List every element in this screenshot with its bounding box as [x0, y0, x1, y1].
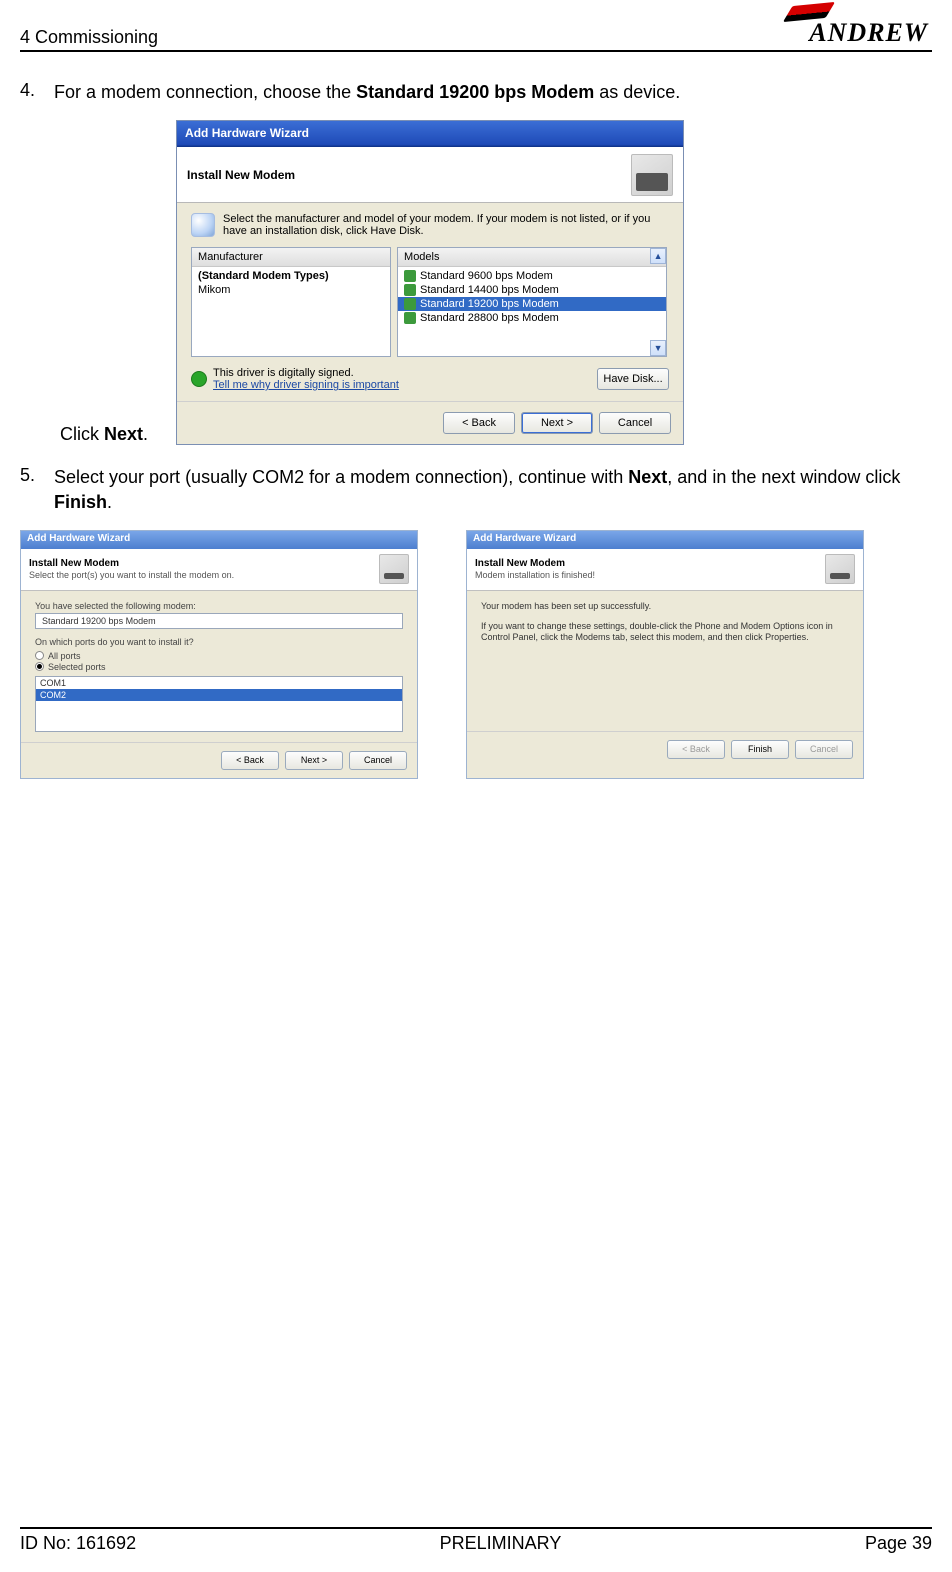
- radio-selected-ports-label: Selected ports: [48, 662, 106, 672]
- back-button[interactable]: < Back: [443, 412, 515, 434]
- step-4-number: 4.: [20, 80, 46, 104]
- modem-device-icon: [631, 154, 673, 196]
- modem-device-icon: [379, 554, 409, 584]
- back-button[interactable]: < Back: [221, 751, 279, 770]
- step-5: 5. Select your port (usually COM2 for a …: [20, 465, 932, 514]
- next-button[interactable]: Next >: [285, 751, 343, 770]
- wizard-select-modem: Add Hardware Wizard Install New Modem Se…: [176, 120, 684, 445]
- list-item-label: Standard 19200 bps Modem: [420, 298, 559, 310]
- wizard3-banner-sub: Modem installation is finished!: [475, 570, 595, 581]
- step-4-caption-a: Click: [60, 424, 104, 444]
- ports-listbox[interactable]: COM1 COM2: [35, 676, 403, 732]
- list-item-label: Standard 14400 bps Modem: [420, 284, 559, 296]
- footer-page: Page 39: [865, 1533, 932, 1554]
- list-item[interactable]: Standard 14400 bps Modem: [398, 283, 666, 297]
- wizard3-banner: Install New Modem Modem installation is …: [475, 558, 595, 581]
- cancel-button: Cancel: [795, 740, 853, 759]
- radio-all-ports-label: All ports: [48, 651, 81, 661]
- step-5-number: 5.: [20, 465, 46, 514]
- wizard3-banner-title: Install New Modem: [475, 558, 565, 569]
- wizard3-instruction-text: If you want to change these settings, do…: [481, 621, 849, 644]
- list-item[interactable]: COM1: [36, 677, 402, 689]
- shield-icon: [191, 371, 207, 387]
- step-5-mid: , and in the next window click: [667, 467, 900, 487]
- step-4-text-b: as device.: [594, 82, 680, 102]
- step-5-text: Select your port (usually COM2 for a mod…: [54, 465, 932, 514]
- page-footer: ID No: 161692 PRELIMINARY Page 39: [20, 1527, 932, 1554]
- modem-icon: [404, 270, 416, 282]
- radio-all-ports[interactable]: All ports: [35, 651, 403, 661]
- wizard2-selected-value: Standard 19200 bps Modem: [35, 613, 403, 629]
- have-disk-button[interactable]: Have Disk...: [597, 368, 669, 390]
- list-item[interactable]: Standard 9600 bps Modem: [398, 269, 666, 283]
- footer-id: ID No: 161692: [20, 1533, 136, 1554]
- driver-signing-link[interactable]: Tell me why driver signing is important: [213, 379, 399, 391]
- back-button: < Back: [667, 740, 725, 759]
- section-title: 4 Commissioning: [20, 27, 158, 48]
- step-5-text-a: Select your port (usually COM2 for a mod…: [54, 467, 628, 487]
- wizard2-question: On which ports do you want to install it…: [35, 637, 403, 647]
- wizard1-banner: Install New Modem: [177, 147, 683, 203]
- wizard2-banner-sub: Select the port(s) you want to install t…: [29, 570, 234, 581]
- step-4: 4. For a modem connection, choose the St…: [20, 80, 932, 104]
- wizard2-banner: Install New Modem Select the port(s) you…: [29, 558, 234, 581]
- step-4-caption: Click Next.: [60, 424, 148, 445]
- models-listbox[interactable]: Models ▲ Standard 9600 bps Modem Standar…: [397, 247, 667, 357]
- wizard1-titlebar: Add Hardware Wizard: [177, 121, 683, 147]
- cancel-button[interactable]: Cancel: [599, 412, 671, 434]
- step-4-text-a: For a modem connection, choose the: [54, 82, 356, 102]
- list-item[interactable]: Mikom: [192, 283, 390, 297]
- list-item[interactable]: Standard 28800 bps Modem: [398, 311, 666, 325]
- page-header: 4 Commissioning ANDREW: [20, 18, 932, 52]
- wizard2-banner-title: Install New Modem: [29, 558, 119, 569]
- models-header: Models: [398, 248, 666, 267]
- modem-icon: [404, 284, 416, 296]
- info-icon: [191, 213, 215, 237]
- scroll-up-icon[interactable]: ▲: [650, 248, 666, 264]
- step-5-end: .: [107, 492, 112, 512]
- wizard3-success-text: Your modem has been set up successfully.: [481, 601, 849, 613]
- footer-status: PRELIMINARY: [440, 1533, 562, 1554]
- modem-icon: [404, 298, 416, 310]
- driver-signed-text: This driver is digitally signed.: [213, 367, 399, 379]
- wizard-finish: Add Hardware Wizard Install New Modem Mo…: [466, 530, 864, 779]
- brand-logo: ANDREW: [809, 18, 932, 48]
- next-button[interactable]: Next >: [521, 412, 593, 434]
- manufacturer-listbox[interactable]: Manufacturer (Standard Modem Types) Miko…: [191, 247, 391, 357]
- step-4-text-bold: Standard 19200 bps Modem: [356, 82, 594, 102]
- wizard1-instruction: Select the manufacturer and model of you…: [223, 213, 669, 237]
- modem-device-icon: [825, 554, 855, 584]
- wizard3-titlebar: Add Hardware Wizard: [467, 531, 863, 549]
- list-item[interactable]: Standard 19200 bps Modem: [398, 297, 666, 311]
- wizard2-selected-label: You have selected the following modem:: [35, 601, 403, 611]
- list-item-label: Standard 9600 bps Modem: [420, 270, 553, 282]
- step-4-caption-bold: Next: [104, 424, 143, 444]
- radio-selected-ports[interactable]: Selected ports: [35, 662, 403, 672]
- list-item[interactable]: COM2: [36, 689, 402, 701]
- manufacturer-header: Manufacturer: [192, 248, 390, 267]
- step-5-bold2: Finish: [54, 492, 107, 512]
- step-4-caption-b: .: [143, 424, 148, 444]
- modem-icon: [404, 312, 416, 324]
- wizard-select-port: Add Hardware Wizard Install New Modem Se…: [20, 530, 418, 779]
- list-item-label: Standard 28800 bps Modem: [420, 312, 559, 324]
- wizard1-banner-title: Install New Modem: [187, 168, 295, 182]
- step-5-bold1: Next: [628, 467, 667, 487]
- list-item[interactable]: (Standard Modem Types): [192, 269, 390, 283]
- cancel-button[interactable]: Cancel: [349, 751, 407, 770]
- wizard2-titlebar: Add Hardware Wizard: [21, 531, 417, 549]
- finish-button[interactable]: Finish: [731, 740, 789, 759]
- step-4-text: For a modem connection, choose the Stand…: [54, 80, 932, 104]
- scroll-down-icon[interactable]: ▼: [650, 340, 666, 356]
